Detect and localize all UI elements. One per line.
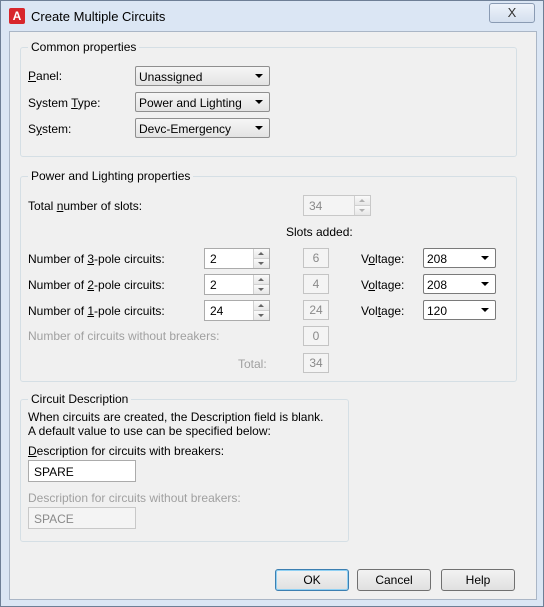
three-pole-voltage-dropdown[interactable]: 208 xyxy=(423,248,496,268)
dialog-window: A Create Multiple Circuits X Common prop… xyxy=(0,0,544,607)
one-pole-voltage-dropdown[interactable]: 120 xyxy=(423,300,496,320)
help-button[interactable]: Help xyxy=(441,569,515,591)
with-breakers-value: SPARE xyxy=(34,465,74,479)
three-pole-label: Number of 3-pole circuits: xyxy=(28,252,165,266)
two-pole-count: 2 xyxy=(210,278,217,292)
group-title: Common properties xyxy=(28,40,140,54)
system-value: Devc-Emergency xyxy=(139,122,232,136)
system-type-dropdown[interactable]: Power and Lighting xyxy=(135,92,270,112)
cancel-button[interactable]: Cancel xyxy=(357,569,431,591)
one-pole-count: 24 xyxy=(210,304,224,318)
system-type-label: System Type: xyxy=(28,96,101,110)
one-pole-label: Number of 1-pole circuits: xyxy=(28,304,165,318)
panel-dropdown[interactable]: Unassigned xyxy=(135,66,270,86)
panel-label: Panel: xyxy=(28,69,63,83)
one-pole-count-spinner[interactable]: 24 xyxy=(204,300,270,321)
three-pole-slots: 6 xyxy=(303,248,329,268)
chevron-down-icon xyxy=(481,282,489,286)
chevron-down-icon xyxy=(481,308,489,312)
chevron-down-icon xyxy=(255,74,263,78)
spin-up-icon[interactable] xyxy=(254,301,269,311)
two-pole-voltage: 208 xyxy=(427,278,448,292)
ok-button[interactable]: OK xyxy=(275,569,349,591)
description-info-line-2: A default value to use can be specified … xyxy=(28,424,271,438)
slots-added-header: Slots added: xyxy=(286,225,353,239)
spin-down-icon[interactable] xyxy=(254,259,269,268)
dialog-body: Common properties Panel: Unassigned Syst… xyxy=(9,31,537,600)
two-pole-label: Number of 2-pole circuits: xyxy=(28,278,165,292)
title-bar[interactable]: A Create Multiple Circuits X xyxy=(1,1,543,31)
chevron-down-icon xyxy=(255,126,263,130)
spin-up-icon xyxy=(355,196,370,206)
with-breakers-input[interactable]: SPARE xyxy=(28,460,136,482)
no-breaker-slots: 0 xyxy=(303,326,329,346)
no-breaker-label: Number of circuits without breakers: xyxy=(28,329,220,343)
window-title: Create Multiple Circuits xyxy=(31,9,166,24)
group-title: Power and Lighting properties xyxy=(28,169,194,183)
with-breakers-label: Description for circuits with breakers: xyxy=(28,444,225,458)
one-pole-voltage: 120 xyxy=(427,304,448,318)
spin-down-icon[interactable] xyxy=(254,311,269,320)
system-type-value: Power and Lighting xyxy=(139,96,242,110)
two-pole-voltage-label: Voltage: xyxy=(361,278,405,292)
three-pole-count-spinner[interactable]: 2 xyxy=(204,248,270,269)
without-breakers-value: SPACE xyxy=(34,512,74,526)
total-label: Total: xyxy=(238,357,267,371)
panel-value: Unassigned xyxy=(139,70,203,84)
two-pole-slots: 4 xyxy=(303,274,329,294)
spin-down-icon[interactable] xyxy=(254,285,269,294)
description-info-line-1: When circuits are created, the Descripti… xyxy=(28,410,324,424)
three-pole-voltage: 208 xyxy=(427,252,448,266)
chevron-down-icon xyxy=(255,100,263,104)
without-breakers-label: Description for circuits without breaker… xyxy=(28,491,241,505)
autocad-app-icon: A xyxy=(9,8,25,24)
system-label: System: xyxy=(28,122,72,136)
group-title: Circuit Description xyxy=(28,392,132,406)
three-pole-voltage-label: Voltage: xyxy=(361,252,405,266)
total-slots-added: 34 xyxy=(303,353,329,373)
total-slots-spinner: 34 xyxy=(303,195,371,216)
one-pole-voltage-label: Voltage: xyxy=(361,304,405,318)
two-pole-voltage-dropdown[interactable]: 208 xyxy=(423,274,496,294)
one-pole-slots: 24 xyxy=(303,300,329,320)
chevron-down-icon xyxy=(481,256,489,260)
system-dropdown[interactable]: Devc-Emergency xyxy=(135,118,270,138)
without-breakers-input: SPACE xyxy=(28,507,136,529)
total-slots-label: Total number of slots: xyxy=(28,199,143,213)
spin-up-icon[interactable] xyxy=(254,249,269,259)
three-pole-count: 2 xyxy=(210,252,217,266)
spin-up-icon[interactable] xyxy=(254,275,269,285)
close-button[interactable]: X xyxy=(489,3,535,23)
two-pole-count-spinner[interactable]: 2 xyxy=(204,274,270,295)
total-slots-value: 34 xyxy=(309,199,323,213)
spin-down-icon xyxy=(355,206,370,215)
